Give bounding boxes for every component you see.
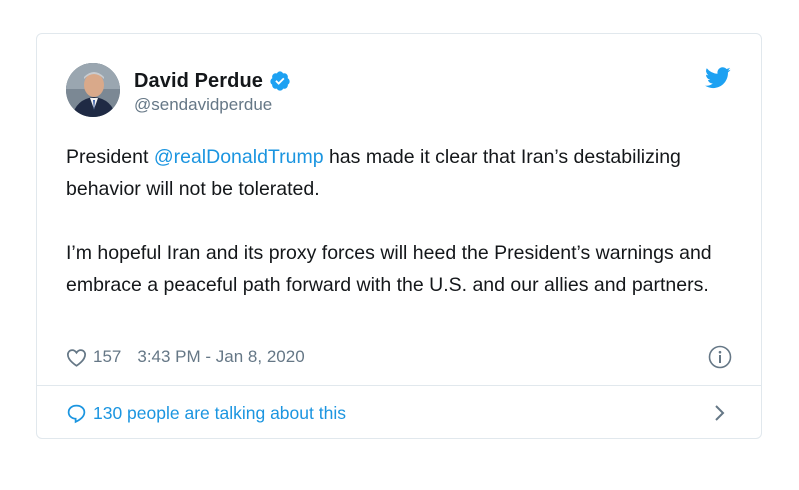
divider: [37, 385, 761, 386]
author-display-name[interactable]: David Perdue: [134, 70, 263, 93]
verified-badge-icon: [269, 70, 291, 92]
talking-label[interactable]: 130 people are talking about this: [93, 403, 346, 424]
mention-link[interactable]: @realDonaldTrump: [154, 146, 324, 168]
tweet-meta-row: 157 3:43 PM - Jan 8, 2020: [66, 345, 305, 369]
heart-icon[interactable]: [66, 348, 87, 367]
tweet-paragraph-1: President @realDonaldTrump has made it c…: [66, 141, 746, 205]
tweet-text: President @realDonaldTrump has made it c…: [66, 141, 746, 301]
tweet-text-prefix: President: [66, 146, 154, 168]
tweet-paragraph-2: I’m hopeful Iran and its proxy forces wi…: [66, 242, 712, 296]
author-handle[interactable]: @sendavidperdue: [134, 95, 272, 115]
tweet-timestamp[interactable]: 3:43 PM - Jan 8, 2020: [137, 347, 304, 367]
chevron-right-icon[interactable]: [714, 404, 726, 422]
conversation-link[interactable]: 130 people are talking about this: [66, 400, 346, 426]
speech-bubble-icon: [66, 403, 87, 424]
avatar[interactable]: [66, 63, 120, 117]
info-icon[interactable]: [708, 345, 732, 369]
twitter-bird-icon[interactable]: [705, 67, 731, 89]
tweet-embed-card: David Perdue @sendavidperdue President @…: [36, 33, 762, 439]
author-name-row[interactable]: David Perdue: [134, 68, 291, 94]
like-count[interactable]: 157: [93, 347, 121, 367]
